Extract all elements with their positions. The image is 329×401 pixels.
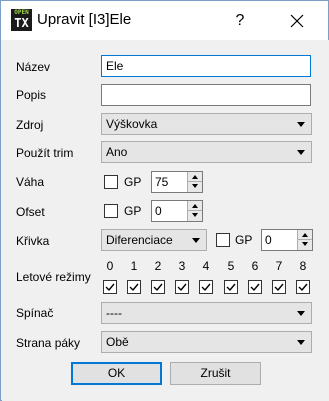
switch-value: ---- [106,306,122,320]
name-label: Název [16,60,51,74]
use-trim-select[interactable]: Ano [101,141,312,163]
description-label: Popis [16,88,47,102]
weight-gp-checkbox[interactable] [104,175,118,189]
spin-up-icon[interactable] [187,201,202,211]
flight-mode-checkbox[interactable] [224,280,238,294]
offset-label: Ofset [16,205,45,219]
ok-button[interactable]: OK [71,362,162,385]
flight-mode-number: 2 [154,259,162,273]
flight-mode-number: 7 [275,259,283,273]
close-button[interactable] [275,6,319,36]
curve-type-value: Diferenciace [106,233,173,247]
help-button[interactable]: ? [225,8,255,34]
chevron-down-icon [297,122,305,127]
weight-spin-buttons [187,172,202,192]
flight-mode-number: 1 [130,259,138,273]
flight-mode-number: 0 [106,259,114,273]
flight-mode-checkbox[interactable] [199,280,213,294]
source-select[interactable]: Výškovka [101,113,312,135]
flight-mode-checkbox[interactable] [248,280,262,294]
cancel-button[interactable]: Zrušit [170,362,261,385]
curve-gp-label: GP [235,233,253,247]
offset-spinbox[interactable]: 0 [151,200,203,222]
opentx-logo-icon: OPEN TX [11,9,32,31]
spin-down-icon[interactable] [187,182,202,192]
chevron-down-icon [297,311,305,316]
use-trim-value: Ano [106,145,128,159]
flight-modes-label: Letové režimy [16,270,91,284]
chevron-down-icon [297,340,305,345]
chevron-down-icon [192,238,200,243]
curve-label: Křivka [16,234,50,248]
flight-mode-checkbox[interactable] [296,280,310,294]
checkmark-icon [274,283,284,292]
spin-up-icon[interactable] [187,172,202,182]
name-input[interactable]: Ele [101,55,311,77]
title-bar[interactable]: OPEN TX Upravit [I3]Ele ? [1,1,328,40]
offset-spin-buttons [187,201,202,221]
stick-side-select[interactable]: Obě [101,331,312,353]
spin-up-icon[interactable] [297,230,312,240]
description-input[interactable] [101,84,311,106]
checkmark-icon [298,283,308,292]
curve-value-spinbox[interactable]: 0 [261,229,313,251]
use-trim-label: Použít trim [16,146,74,160]
checkmark-icon [201,283,211,292]
curve-value: 0 [265,233,272,247]
curve-spin-buttons [297,230,312,250]
spin-down-icon[interactable] [297,240,312,250]
curve-type-select[interactable]: Diferenciace [101,229,207,251]
curve-gp-checkbox[interactable] [216,233,230,247]
flight-mode-checkbox[interactable] [175,280,189,294]
source-value: Výškovka [106,117,158,131]
stick-side-label: Strana páky [16,336,81,350]
flight-mode-number: 6 [251,259,259,273]
close-icon [290,14,304,28]
flight-mode-number: 4 [202,259,210,273]
checkmark-icon [226,283,236,292]
flight-mode-checkbox[interactable] [151,280,165,294]
dialog-window: OPEN TX Upravit [I3]Ele ? Název Ele Popi… [0,0,329,401]
offset-gp-checkbox[interactable] [104,204,118,218]
dialog-content: Název Ele Popis Zdroj Výškovka Použít tr… [2,40,329,401]
source-label: Zdroj [16,118,44,132]
flight-mode-checkbox[interactable] [127,280,141,294]
flight-mode-number: 8 [299,259,307,273]
logo-bottom-text: TX [14,16,29,30]
weight-value: 75 [155,175,169,189]
checkmark-icon [177,283,187,292]
flight-mode-number: 3 [178,259,186,273]
checkmark-icon [153,283,163,292]
flight-mode-checkbox[interactable] [103,280,117,294]
window-title: Upravit [I3]Ele [37,11,132,28]
stick-side-value: Obě [106,335,129,349]
weight-spinbox[interactable]: 75 [151,171,203,193]
spin-down-icon[interactable] [187,211,202,221]
switch-select[interactable]: ---- [101,302,312,324]
flight-mode-checkbox[interactable] [272,280,286,294]
weight-gp-label: GP [124,175,142,189]
checkmark-icon [105,283,115,292]
switch-label: Spínač [16,306,54,320]
chevron-down-icon [297,150,305,155]
weight-label: Váha [16,175,45,189]
offset-gp-label: GP [124,204,142,218]
checkmark-icon [129,283,139,292]
checkmark-icon [250,283,260,292]
flight-mode-number: 5 [227,259,235,273]
offset-value: 0 [155,204,162,218]
